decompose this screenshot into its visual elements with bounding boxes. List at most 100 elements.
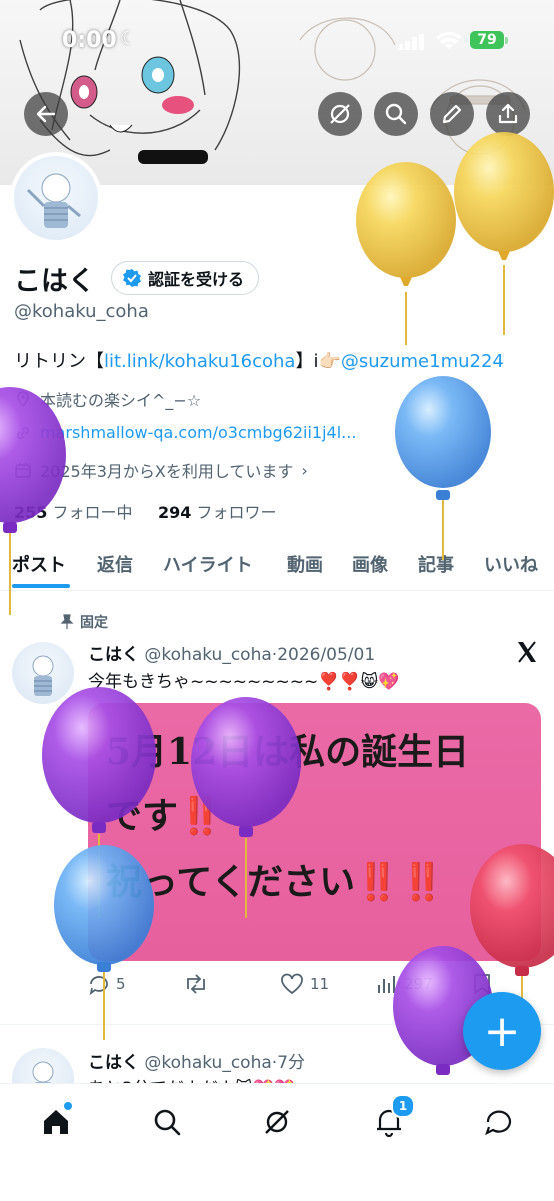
views-button[interactable]: 297	[376, 973, 433, 995]
signal-icon	[398, 34, 424, 50]
bottom-navigation: 1	[0, 1083, 554, 1201]
grok-nav-icon	[265, 1110, 289, 1134]
following-count: 255	[14, 503, 48, 522]
post-author-name-2[interactable]: こはく	[88, 1053, 139, 1073]
post-avatar[interactable]	[12, 642, 74, 704]
views-count: 297	[404, 975, 433, 993]
wifi-icon	[436, 31, 462, 49]
joined-text: 2025年3月からXを利用しています	[40, 462, 294, 481]
status-bar: 0:00 ☾ 79	[0, 0, 554, 80]
active-tab-indicator	[12, 584, 70, 588]
explore-icon	[154, 1109, 181, 1136]
followers-count: 294	[157, 503, 192, 522]
nav-explore[interactable]	[145, 1100, 189, 1144]
get-verified-label: 認証を受ける	[148, 270, 245, 289]
notifications-badge: 1	[391, 1094, 415, 1118]
location-text: 本読むの楽シイ^_−☆	[40, 391, 202, 410]
tab-articles[interactable]: 記事	[418, 551, 454, 577]
post-author-name[interactable]: こはく	[88, 645, 139, 665]
tab-photos[interactable]: 画像	[352, 551, 388, 577]
media-line-1: 5月12日は私の誕生日	[106, 731, 470, 773]
chevron-right-icon: ›	[301, 460, 308, 480]
share-icon	[498, 103, 518, 124]
bio-middle: 】i👉🏻	[295, 351, 341, 372]
focus-moon-icon: ☾	[120, 28, 137, 49]
pinned-text: 固定	[80, 615, 108, 631]
post-time-2[interactable]: 7分	[277, 1053, 305, 1073]
bio-mention[interactable]: @suzume1mu224	[341, 351, 504, 372]
home-unread-dot	[64, 1102, 72, 1110]
grok-button[interactable]	[318, 92, 362, 136]
post-time[interactable]: 2026/05/01	[277, 645, 375, 665]
media-line-2: です‼️	[106, 787, 223, 839]
reply-button[interactable]: 5	[88, 973, 126, 995]
profile-name: こはく	[14, 266, 95, 297]
media-line-3-text: 祝ってください	[106, 861, 356, 903]
post-header-2: こはく @kohaku_coha·7分	[88, 1048, 305, 1073]
tab-videos[interactable]: 動画	[287, 551, 323, 577]
reply-icon	[89, 976, 108, 995]
tab-likes[interactable]: いいね	[484, 551, 538, 577]
tab-posts[interactable]: ポスト	[12, 551, 66, 577]
messages-icon	[485, 1110, 512, 1136]
balloon-blue-1	[395, 376, 491, 560]
following-link[interactable]: 255 フォロー中	[14, 503, 133, 522]
post-text: 今年もきちゃ~~~~~~~~~❣️❣️😸💖	[88, 672, 400, 692]
media-line-3: 祝ってください‼️‼️	[106, 853, 445, 905]
x-logo-icon	[518, 641, 536, 663]
compose-button[interactable]: +	[463, 992, 541, 1070]
nav-notifications[interactable]: 1	[367, 1094, 415, 1144]
profile-handle: @kohaku_coha	[14, 301, 149, 322]
get-verified-button[interactable]: 認証を受ける	[111, 261, 260, 295]
back-arrow-icon	[36, 105, 56, 123]
bookmark-button[interactable]	[472, 973, 492, 995]
grok-icon	[330, 104, 350, 124]
views-icon	[378, 976, 395, 993]
profile-location: 本読むの楽シイ^_−☆	[14, 387, 201, 411]
pin-icon	[60, 614, 74, 629]
edit-icon	[442, 104, 462, 124]
compose-icon: +	[483, 1005, 521, 1057]
profile-joined[interactable]: 2025年3月からXを利用しています ›	[14, 458, 308, 482]
reply-count: 5	[116, 975, 126, 993]
like-icon	[281, 973, 303, 995]
search-button[interactable]	[374, 92, 418, 136]
battery-tip	[505, 37, 508, 44]
media-line-2-text: です	[106, 795, 179, 837]
followers-link[interactable]: 294 フォロワー	[158, 503, 277, 522]
post-media-image[interactable]: 5月12日は私の誕生日 です‼️ 祝ってください‼️‼️	[88, 703, 541, 961]
pinned-label: 固定	[60, 612, 108, 632]
home-icon	[44, 1110, 68, 1134]
bookmark-icon	[474, 974, 490, 995]
post-author-handle[interactable]: @kohaku_coha	[144, 645, 271, 665]
profile-website[interactable]: marshmallow-qa.com/o3cmbg62ii1j4l...	[14, 423, 356, 442]
verified-icon	[123, 269, 141, 287]
battery-indicator: 79	[470, 31, 504, 49]
link-icon	[16, 426, 30, 439]
nav-home[interactable]	[34, 1100, 78, 1144]
like-count: 11	[310, 975, 330, 993]
profile-avatar[interactable]	[10, 152, 102, 244]
nav-messages[interactable]	[477, 1100, 521, 1144]
media-mark-2: ‼️‼️	[355, 861, 445, 903]
tab-replies[interactable]: 返信	[97, 551, 133, 577]
balloon-yellow-1	[356, 162, 456, 345]
retweet-button[interactable]	[183, 973, 209, 995]
retweet-icon	[187, 974, 205, 994]
follow-counts: 255 フォロー中 294 フォロワー	[14, 499, 276, 523]
website-link[interactable]: marshmallow-qa.com/o3cmbg62ii1j4l...	[40, 423, 356, 442]
back-button[interactable]	[24, 92, 68, 136]
nav-grok[interactable]	[255, 1100, 299, 1144]
bio-link[interactable]: lit.link/kohaku16coha	[104, 351, 295, 372]
tab-highlights[interactable]: ハイライト	[163, 551, 253, 577]
share-button[interactable]	[486, 92, 530, 136]
like-button[interactable]: 11	[280, 973, 329, 995]
post-author-handle-2[interactable]: @kohaku_coha	[144, 1053, 271, 1073]
avatar-image	[14, 156, 98, 240]
location-icon	[17, 391, 29, 408]
edit-button[interactable]	[430, 92, 474, 136]
profile-tabs: ポスト 返信 ハイライト 動画 画像 記事 いいね	[0, 540, 554, 591]
status-time: 0:00	[62, 28, 117, 53]
post-header: こはく @kohaku_coha·2026/05/01	[88, 640, 375, 665]
calendar-icon	[15, 463, 31, 478]
